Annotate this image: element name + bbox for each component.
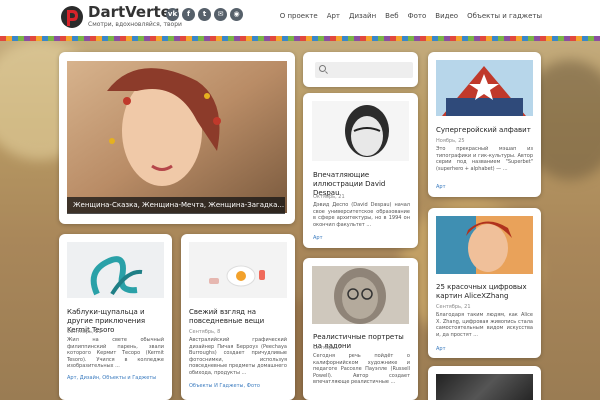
site-tagline: Смотри, вдохновляйся, твори	[88, 21, 182, 28]
vk-icon[interactable]: vk	[166, 8, 179, 21]
post-image	[436, 60, 533, 116]
post-excerpt: Благодаря таким людям, как Alice X. Zhan…	[436, 312, 533, 338]
post-card[interactable]: Реалистичные портреты на ладони Октябрь,…	[303, 258, 418, 400]
logo-icon[interactable]	[60, 4, 84, 30]
post-title[interactable]: 25 красочных цифровых картин AliceXZhang	[436, 283, 536, 301]
post-image	[67, 242, 164, 298]
nav-item-about[interactable]: О проекте	[280, 12, 318, 20]
post-image	[189, 242, 287, 298]
post-image	[312, 266, 409, 324]
search-icon[interactable]	[319, 65, 326, 72]
post-date: Ноябрь, 25	[436, 138, 465, 144]
site-name[interactable]: DartVerter	[88, 3, 178, 21]
post-tags[interactable]: Арт	[436, 346, 446, 352]
email-icon[interactable]: ✉	[214, 8, 227, 21]
site-header: DartVerter Смотри, вдохновляйся, твори v…	[0, 0, 600, 36]
nav-item-art[interactable]: Арт	[327, 12, 340, 20]
featured-image	[67, 61, 287, 213]
nav-item-objects[interactable]: Объекты и гаджеты	[467, 12, 542, 20]
post-tags[interactable]: Арт	[436, 184, 446, 190]
post-title[interactable]: Супергеройский алфавит	[436, 126, 533, 135]
post-excerpt: Сегодня речь пойдёт о калифорнийском худ…	[313, 353, 410, 386]
post-date: Октябрь, 7	[313, 345, 342, 351]
post-excerpt: Это прекрасный мэшап из типографики и ги…	[436, 146, 533, 172]
rss-icon[interactable]: ◉	[230, 8, 243, 21]
post-date: Сентябрь, 21	[436, 304, 471, 310]
nav-item-web[interactable]: Веб	[385, 12, 398, 20]
post-date: Сентябрь, 8	[189, 329, 221, 335]
post-card[interactable]: Каблуки-щупальца и другие приключения Ke…	[59, 234, 172, 400]
main-nav: О проекте Арт Дизайн Веб Фото Видео Объе…	[280, 12, 542, 20]
post-image	[436, 216, 533, 274]
post-card[interactable]: Супергеройский алфавит Ноябрь, 25 Это пр…	[428, 52, 541, 197]
post-tags: Объекты И Гаджеты, Фото	[189, 383, 260, 389]
header-color-stripe	[0, 36, 600, 41]
post-card[interactable]: 25 красочных цифровых картин AliceXZhang…	[428, 208, 541, 358]
featured-caption[interactable]: Женщина-Сказка, Женщина-Мечта, Женщина-З…	[67, 197, 285, 214]
post-tag[interactable]: Дизайн	[80, 375, 99, 381]
post-card[interactable]: Впечатляющие иллюстрации David Despau Ок…	[303, 93, 418, 248]
search-input[interactable]	[315, 62, 413, 78]
nav-item-design[interactable]: Дизайн	[349, 12, 376, 20]
social-links: vk f t ✉ ◉	[166, 8, 243, 21]
facebook-icon[interactable]: f	[182, 8, 195, 21]
post-date: Сентябрь, 21	[67, 329, 102, 335]
post-date: Октябрь, 21	[313, 194, 345, 200]
post-tag[interactable]: Объекты и Гаджеты	[102, 375, 156, 381]
post-image	[312, 101, 409, 161]
post-title[interactable]: Свежий взгляд на повседневные вещи	[189, 308, 289, 326]
featured-card[interactable]: Женщина-Сказка, Женщина-Мечта, Женщина-З…	[59, 52, 295, 224]
post-tag[interactable]: Объекты И Гаджеты	[189, 383, 243, 389]
twitter-icon[interactable]: t	[198, 8, 211, 21]
nav-item-photo[interactable]: Фото	[408, 12, 427, 20]
post-tags[interactable]: Арт	[313, 235, 323, 241]
post-excerpt: Австралийский графический дизайнер Пичая…	[189, 337, 287, 376]
post-tags: Арт, Дизайн, Объекты и Гаджеты	[67, 375, 157, 381]
nav-item-video[interactable]: Видео	[435, 12, 458, 20]
post-card[interactable]: Свежий взгляд на повседневные вещи Сентя…	[181, 234, 295, 400]
search-card	[303, 52, 418, 87]
post-card[interactable]	[428, 366, 541, 400]
post-excerpt: Дэвид Деспо (David Despau) начал свое ун…	[313, 202, 410, 228]
post-tag[interactable]: Арт	[67, 375, 77, 381]
post-tag[interactable]: Фото	[247, 383, 260, 389]
post-image	[436, 374, 533, 400]
post-excerpt: Жил на свете обычный филиппинский парень…	[67, 337, 164, 370]
